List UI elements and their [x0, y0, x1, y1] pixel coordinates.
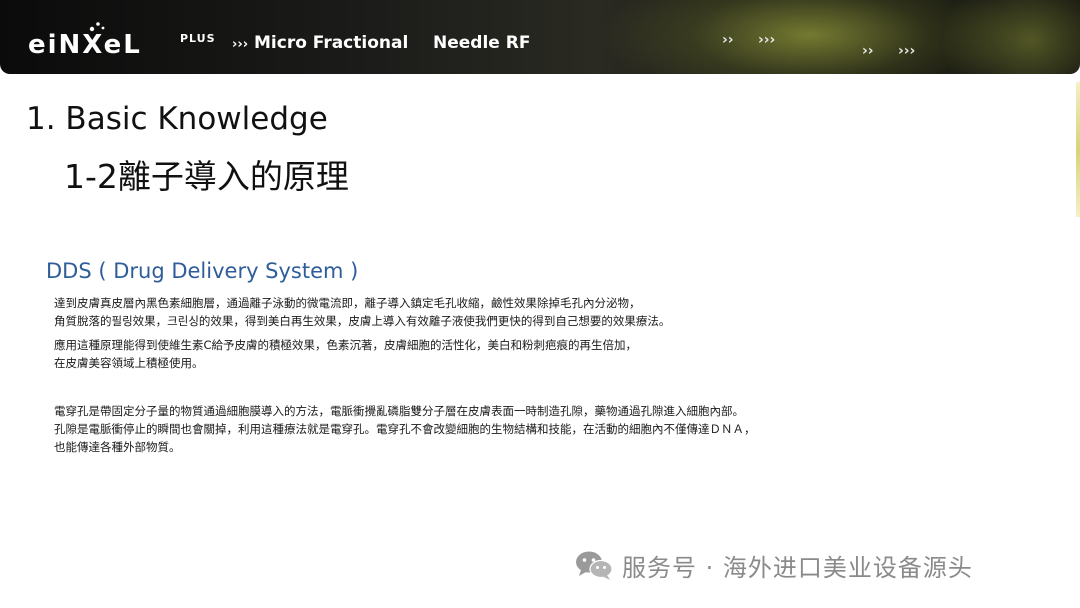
- paragraph-line: 孔隙是電脈衝停止的瞬間也會關掉，利用這種療法就是電穿孔。電穿孔不會改變細胞的生物…: [54, 422, 756, 436]
- watermark: 服务号 · 海外进口美业设备源头: [574, 548, 973, 582]
- nav-item-micro-fractional: Micro Fractional: [254, 33, 409, 53]
- watermark-text: 服务号 · 海外进口美业设备源头: [622, 553, 973, 582]
- decorative-edge-line: [1076, 82, 1080, 217]
- brand-plus-label: PLUS: [180, 32, 216, 45]
- nav-chevron-icon: ›››: [232, 37, 249, 52]
- decorative-chevron-icon: ››: [862, 43, 874, 59]
- logo-sparkle-icon: [89, 22, 105, 32]
- paragraph-line: 應用這種原理能得到使維生素C給予皮膚的積極效果，色素沉著，皮膚細胞的活性化，美白…: [54, 338, 638, 352]
- wechat-icon: [576, 551, 613, 580]
- page-title: 1. Basic Knowledge: [26, 101, 328, 137]
- paragraph-line: 達到皮膚真皮層內黑色素細胞層，通過離子泳動的微電流即，離子導入鎮定毛孔收縮，鹼性…: [54, 296, 641, 310]
- page-subtitle: 1-2離子導入的原理: [64, 157, 349, 196]
- header-glow-decoration-right: [940, 0, 1080, 74]
- paragraph-line: 也能傳達各種外部物質。: [54, 440, 181, 454]
- header-band: eiNXeL PLUS ››› Micro Fractional Needle …: [0, 0, 1080, 74]
- paragraph-electroporation: 電穿孔是帶固定分子量的物質通過細胞膜導入的方法，電脈衝攪亂磷脂雙分子層在皮膚表面…: [54, 402, 756, 456]
- paragraph-line: 電穿孔是帶固定分子量的物質通過細胞膜導入的方法，電脈衝攪亂磷脂雙分子層在皮膚表面…: [54, 404, 744, 418]
- nav-item-needle-rf: Needle RF: [433, 33, 531, 53]
- decorative-chevron-icon: ›››: [758, 32, 776, 48]
- paragraph-line: 在皮膚美容領域上積極使用。: [54, 356, 204, 370]
- decorative-chevron-icon: ›››: [898, 43, 916, 59]
- brand-wordmark: eiNXeL: [28, 30, 142, 60]
- section-heading: DDS ( Drug Delivery System ): [46, 259, 359, 283]
- brand-logo: eiNXeL PLUS: [28, 22, 215, 62]
- paragraph-line: 角質脫落的필링效果，크린싱的效果，得到美白再生效果，皮膚上導入有效離子液使我們更…: [54, 314, 671, 328]
- paragraph-iontophoresis: 達到皮膚真皮層內黑色素細胞層，通過離子泳動的微電流即，離子導入鎮定毛孔收縮，鹼性…: [54, 294, 670, 330]
- paragraph-vitamin-c: 應用這種原理能得到使維生素C給予皮膚的積極效果，色素沉著，皮膚細胞的活性化，美白…: [54, 336, 637, 372]
- decorative-chevron-icon: ››: [722, 32, 734, 48]
